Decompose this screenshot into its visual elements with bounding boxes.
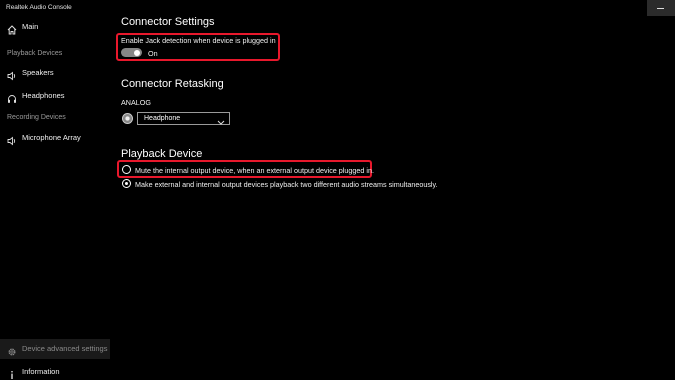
sidebar: Main Playback Devices Speakers Headphone… bbox=[0, 16, 110, 380]
audio-jack-icon bbox=[122, 113, 133, 124]
mute-internal-option-label: Mute the internal output device, when an… bbox=[135, 166, 374, 175]
sidebar-item-label: Speakers bbox=[22, 68, 54, 77]
app-title: Realtek Audio Console bbox=[6, 4, 72, 11]
sidebar-item-microphone-array[interactable]: Microphone Array bbox=[0, 128, 110, 148]
app-window: Realtek Audio Console Main Playback Devi… bbox=[0, 0, 675, 380]
sidebar-item-device-advanced-settings[interactable]: Device advanced settings bbox=[0, 339, 110, 359]
sidebar-item-headphones[interactable]: Headphones bbox=[0, 86, 110, 106]
headphones-icon bbox=[7, 91, 17, 103]
mute-internal-radio[interactable] bbox=[122, 165, 131, 174]
analog-label: ANALOG bbox=[121, 98, 151, 107]
gear-icon bbox=[7, 344, 17, 356]
connector-retasking-heading: Connector Retasking bbox=[121, 78, 224, 90]
playback-devices-section-label: Playback Devices bbox=[7, 50, 63, 57]
toggle-knob bbox=[134, 49, 140, 56]
sidebar-item-label: Information bbox=[22, 367, 60, 376]
jack-detection-toggle[interactable] bbox=[121, 48, 142, 57]
dropdown-selected-value: Headphone bbox=[144, 115, 181, 122]
info-icon bbox=[7, 367, 17, 379]
recording-devices-section-label: Recording Devices bbox=[7, 114, 66, 121]
speaker-icon bbox=[7, 68, 17, 81]
sidebar-item-label: Headphones bbox=[22, 91, 65, 100]
home-icon bbox=[7, 22, 17, 35]
sidebar-item-main[interactable]: Main bbox=[0, 17, 110, 37]
sidebar-item-label: Device advanced settings bbox=[22, 344, 108, 353]
sidebar-item-label: Main bbox=[22, 22, 39, 31]
jack-detection-label: Enable Jack detection when device is plu… bbox=[121, 36, 276, 45]
sidebar-item-information[interactable]: Information bbox=[0, 362, 110, 380]
chevron-down-icon bbox=[217, 114, 225, 132]
main-content: Connector Settings Enable Jack detection… bbox=[116, 0, 675, 380]
sidebar-item-label: Microphone Array bbox=[22, 133, 81, 142]
connector-settings-heading: Connector Settings bbox=[121, 16, 215, 28]
playback-device-heading: Playback Device bbox=[121, 148, 203, 160]
separate-streams-option-label: Make external and internal output device… bbox=[135, 180, 438, 189]
connector-device-dropdown[interactable]: Headphone bbox=[137, 112, 230, 125]
separate-streams-radio[interactable] bbox=[122, 179, 131, 188]
microphone-icon bbox=[7, 133, 17, 146]
toggle-state-label: On bbox=[148, 49, 158, 58]
sidebar-item-speakers[interactable]: Speakers bbox=[0, 63, 110, 83]
